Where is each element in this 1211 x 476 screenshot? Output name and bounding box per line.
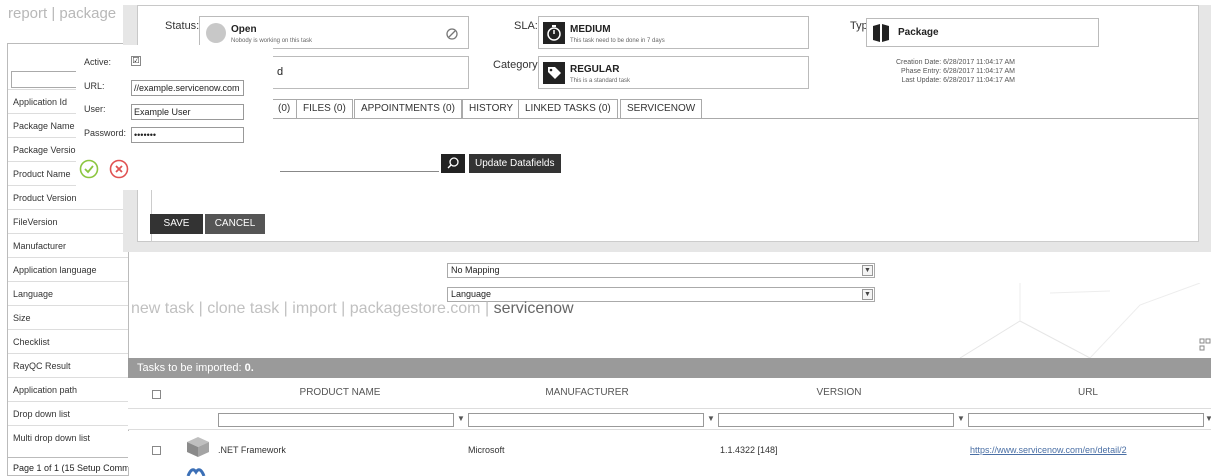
tab-appointments[interactable]: APPOINTMENTS (0) — [354, 99, 462, 119]
sla-value: MEDIUM — [570, 24, 611, 35]
list-item[interactable]: Application language — [8, 257, 128, 281]
tab-partial[interactable]: (0) — [272, 99, 298, 119]
column-header-manufacturer[interactable]: MANUFACTURER — [462, 387, 712, 398]
category-label: Category: — [493, 59, 541, 71]
creation-date: Creation Date: 6/28/2017 11:04:17 AM — [896, 59, 1015, 66]
tab-linked-tasks[interactable]: LINKED TASKS (0) — [518, 99, 618, 119]
last-update-date: Last Update: 6/28/2017 11:04:17 AM — [901, 77, 1015, 84]
category-field[interactable]: REGULAR This is a standard task — [538, 56, 809, 89]
search-button[interactable] — [441, 154, 465, 173]
status-edit-icon[interactable] — [446, 28, 458, 40]
tab-files[interactable]: FILES (0) — [296, 99, 353, 119]
filter-icon[interactable]: ▼ — [707, 414, 715, 423]
sla-label: SLA: — [514, 20, 538, 32]
task-edit-panel: Status: Open Nobody is working on this t… — [123, 5, 1211, 252]
search-icon — [447, 157, 459, 169]
user-label: User: — [84, 104, 106, 114]
task-dates: Creation Date: 6/28/2017 11:04:17 AM Pha… — [896, 58, 1015, 85]
status-label: Status: — [165, 20, 200, 32]
tag-icon — [543, 62, 565, 84]
mapping-select-value: No Mapping — [451, 265, 500, 275]
cancel-button[interactable]: CANCEL — [205, 214, 265, 234]
filter-icon[interactable]: ▼ — [957, 414, 965, 423]
grid-settings-icon[interactable] — [1199, 338, 1211, 352]
task-nav-servicenow[interactable]: servicenow — [494, 300, 574, 317]
stopwatch-icon — [543, 22, 565, 44]
status-desc: Nobody is working on this task — [231, 38, 313, 44]
type-field[interactable]: Package — [866, 18, 1099, 47]
save-button[interactable]: SAVE — [150, 214, 203, 234]
filter-icon[interactable]: ▼ — [1205, 414, 1211, 423]
sla-field[interactable]: MEDIUM This task need to be done in 7 da… — [538, 16, 809, 49]
chevron-down-icon[interactable]: ▼ — [862, 265, 873, 276]
list-item[interactable]: Manufacturer — [8, 233, 128, 257]
url-input[interactable]: //example.servicenow.com — [131, 80, 244, 96]
url-label: URL: — [84, 81, 105, 91]
select-all-checkbox[interactable] — [152, 390, 161, 399]
top-nav[interactable]: report | package — [8, 5, 116, 22]
import-table-filter-row: ▼ ▼ ▼ ▼ — [128, 408, 1211, 430]
list-item[interactable]: FileVersion — [8, 209, 128, 233]
update-datafields-button[interactable]: Update Datafields — [469, 154, 561, 173]
tab-history[interactable]: HISTORY — [462, 99, 521, 119]
filter-input-version[interactable] — [718, 413, 954, 427]
filter-input-product-name[interactable] — [218, 413, 454, 427]
mapping-select-application-language[interactable]: No Mapping ▼ — [447, 263, 875, 278]
category-desc: This is a standard task — [570, 78, 631, 84]
task-nav-links[interactable]: new task | clone task | import | package… — [131, 300, 489, 317]
task-name-value: d — [277, 66, 284, 78]
package-icon — [873, 24, 889, 42]
column-header-version[interactable]: VERSION — [714, 387, 964, 398]
column-header-url[interactable]: URL — [968, 387, 1208, 398]
import-count-label: Tasks to be imported: — [137, 362, 242, 374]
tab-servicenow[interactable]: SERVICENOW — [620, 99, 703, 119]
task-name-field[interactable]: d — [258, 56, 469, 89]
type-value: Package — [898, 27, 939, 38]
mapping-select-value: Language — [451, 289, 492, 299]
decorative-lines — [959, 283, 1201, 358]
sla-desc: This task need to be done in 7 days — [570, 38, 665, 44]
table-row[interactable]: .NET Framework Microsoft 1.1.4322 [148] … — [128, 431, 1211, 467]
active-checkbox[interactable]: ☑ — [131, 56, 141, 66]
confirm-check-icon[interactable] — [79, 159, 99, 179]
row-checkbox[interactable] — [152, 446, 161, 455]
import-count-value: 0. — [244, 362, 254, 374]
servicenow-search-input[interactable] — [280, 156, 439, 172]
column-header-product-name[interactable]: PRODUCT NAME — [208, 387, 472, 398]
list-item[interactable]: RayQC Result — [8, 353, 128, 377]
task-edit-inner: Status: Open Nobody is working on this t… — [137, 5, 1199, 242]
cell-url-link[interactable]: https://www.servicenow.com/en/detail/2 — [970, 445, 1127, 455]
category-value: REGULAR — [570, 64, 620, 75]
list-pager: Page 1 of 1 (15 Setup Commands) — [8, 457, 128, 475]
filter-input-manufacturer[interactable] — [468, 413, 704, 427]
filter-icon[interactable]: ▼ — [457, 414, 465, 423]
list-item[interactable]: Checklist — [8, 329, 128, 353]
import-table-column-headers: PRODUCT NAME MANUFACTURER VERSION URL — [128, 378, 1211, 408]
cell-version: 1.1.4322 [148] — [720, 445, 778, 455]
status-value: Open — [231, 24, 257, 35]
password-label: Password: — [84, 128, 127, 138]
servicenow-tab-content — [151, 118, 1199, 242]
import-table-header: Tasks to be imported: 0. — [128, 358, 1211, 378]
list-item[interactable]: Size — [8, 305, 128, 329]
list-item[interactable]: Drop down list — [8, 401, 128, 425]
password-input[interactable]: ••••••• — [131, 127, 244, 143]
list-item[interactable]: Multi drop down list — [8, 425, 128, 449]
list-item[interactable]: Language — [8, 281, 128, 305]
cell-manufacturer: Microsoft — [468, 445, 505, 455]
user-input[interactable]: Example User — [131, 104, 244, 120]
filter-input-url[interactable] — [968, 413, 1204, 427]
cell-product-name: .NET Framework — [218, 445, 286, 455]
list-item[interactable]: Application path — [8, 377, 128, 401]
status-circle-icon — [206, 23, 226, 43]
next-row-icon — [186, 466, 206, 476]
chevron-down-icon[interactable]: ▼ — [862, 289, 873, 300]
active-label: Active: — [84, 57, 112, 67]
package-box-icon — [187, 437, 209, 457]
cancel-x-icon[interactable] — [109, 159, 129, 179]
servicenow-credentials-popup: Active: ☑ URL: //example.servicenow.com … — [76, 45, 273, 190]
phase-entry-date: Phase Entry: 6/28/2017 11:04:17 AM — [901, 68, 1015, 75]
task-nav: new task | clone task | import | package… — [131, 300, 574, 318]
